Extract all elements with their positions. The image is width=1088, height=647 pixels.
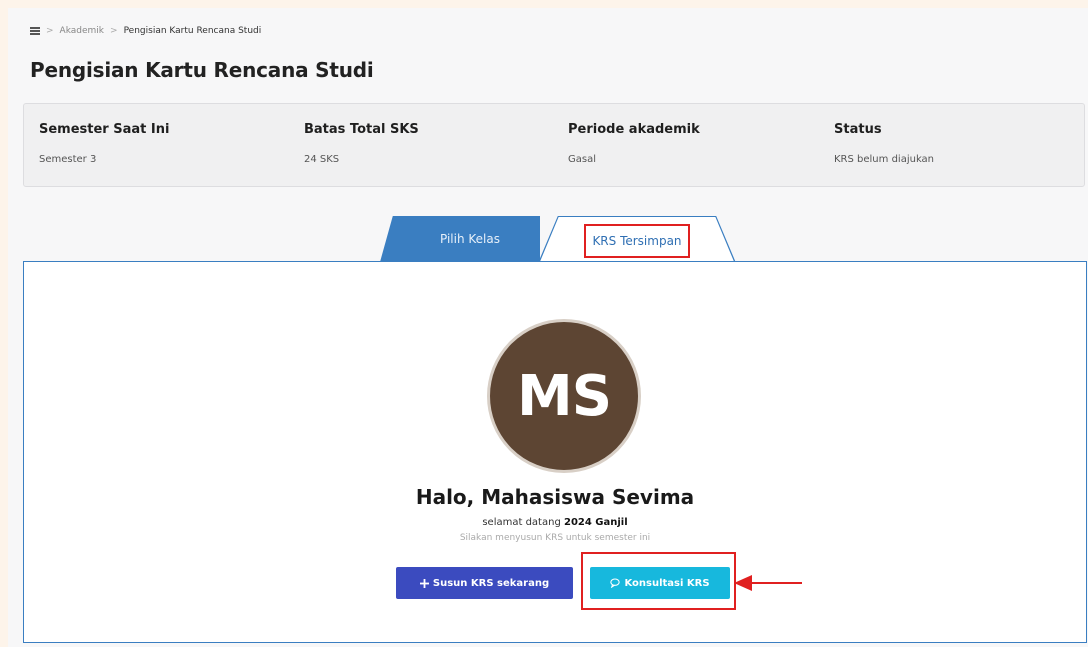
breadcrumb-separator: > [110,26,118,36]
tab-pilih-kelas[interactable]: Pilih Kelas [380,216,540,262]
avatar: MS [487,319,641,473]
avatar-initials: MS [516,363,612,429]
hamburger-menu-icon[interactable] [30,26,40,36]
breadcrumb: > Akademik > Pengisian Kartu Rencana Stu… [30,26,261,36]
annotation-arrow-icon [734,575,802,591]
info-label: Batas Total SKS [304,122,419,137]
info-periode: Periode akademik Gasal [568,122,700,165]
info-value: Gasal [568,154,596,165]
info-label: Semester Saat Ini [39,122,170,137]
krs-panel: MS Halo, Mahasiswa Sevima selamat datang… [23,261,1087,643]
tab-label: Pilih Kelas [440,232,500,246]
page: > Akademik > Pengisian Kartu Rencana Stu… [8,8,1088,647]
info-value: Semester 3 [39,154,97,165]
info-label: Status [834,122,882,137]
button-label: Konsultasi KRS [624,577,710,589]
welcome-period: 2024 Ganjil [563,517,628,528]
info-batas-sks: Batas Total SKS 24 SKS [304,122,419,165]
chat-bubble-icon [610,578,621,588]
konsultasi-krs-button[interactable]: Konsultasi KRS [590,567,730,599]
tab-label: KRS Tersimpan [584,223,690,258]
info-status: Status KRS belum diajukan [834,122,934,165]
hint-text: Silakan menyusun KRS untuk semester ini [459,533,651,543]
breadcrumb-item-akademik[interactable]: Akademik [60,26,104,36]
info-value: KRS belum diajukan [834,154,935,165]
welcome-text: selamat datang 2024 Ganjil [24,517,1086,528]
semester-info-card: Semester Saat Ini Semester 3 Batas Total… [23,103,1085,187]
welcome-prefix: selamat datang [482,517,561,528]
greeting-title: Halo, Mahasiswa Sevima [415,485,695,509]
page-title: Pengisian Kartu Rencana Studi [30,58,374,82]
plus-icon [419,578,429,588]
button-label: Susun KRS sekarang [432,577,550,589]
info-label: Periode akademik [568,122,700,137]
breadcrumb-separator: > [46,26,54,36]
info-semester: Semester Saat Ini Semester 3 [39,122,169,165]
tab-krs-tersimpan[interactable]: KRS Tersimpan [539,217,735,264]
breadcrumb-item-current: Pengisian Kartu Rencana Studi [123,26,262,36]
susun-krs-button[interactable]: Susun KRS sekarang [396,567,573,599]
info-value: 24 SKS [304,154,340,165]
